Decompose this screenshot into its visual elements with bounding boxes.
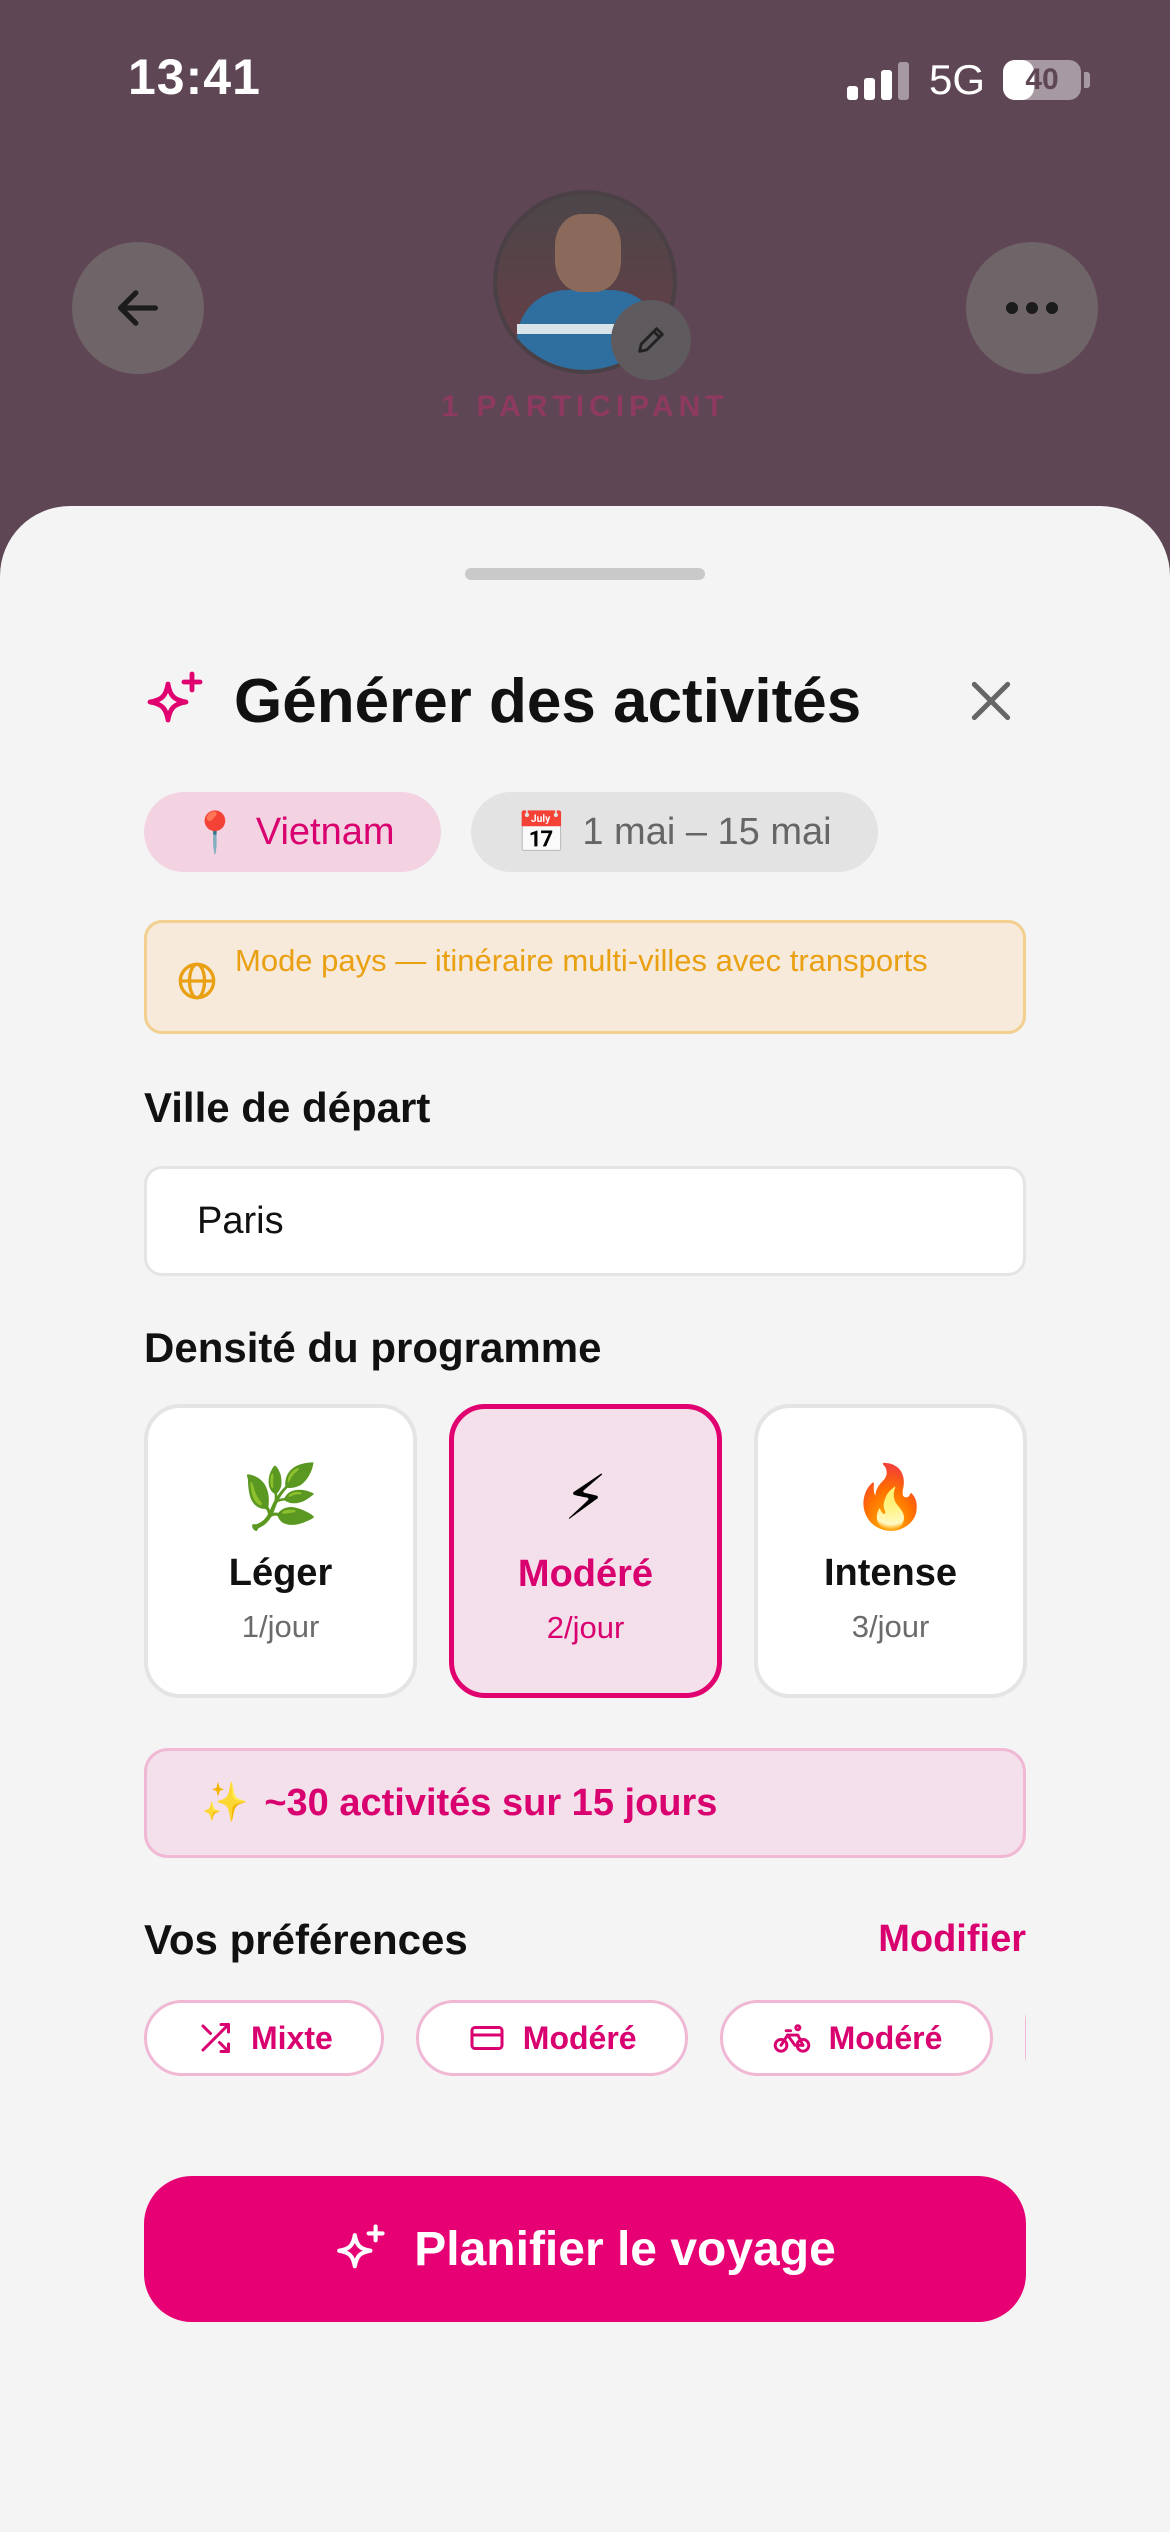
preference-chip-label: Modéré <box>828 2019 943 2056</box>
modify-preferences-link[interactable]: Modifier <box>878 1918 1026 1961</box>
density-option-leger[interactable]: 🌿 Léger 1/jour <box>144 1404 417 1698</box>
density-option-intense[interactable]: 🔥 Intense 3/jour <box>754 1404 1027 1698</box>
preference-chips: Mixte Modéré Modéré <box>144 2000 1026 2080</box>
dates-label: 1 mai – 15 mai <box>582 810 832 853</box>
sparkles-icon <box>337 2224 385 2269</box>
participants-count: 1 PARTICIPANT <box>441 390 729 423</box>
density-option-rate: 2/jour <box>546 1610 625 1645</box>
calendar-icon: 📅 <box>516 810 567 855</box>
sheet-header: Générer des activités <box>144 656 1026 746</box>
shuffle-icon <box>201 2023 230 2053</box>
density-option-rate: 3/jour <box>851 1609 930 1644</box>
credit-card-icon <box>470 2026 504 2050</box>
pin-icon: 📍 <box>190 810 240 855</box>
trip-chips: 📍 Vietnam 📅 1 mai – 15 mai <box>144 792 878 872</box>
density-options: 🌿 Léger 1/jour ⚡ Modéré 2/jour 🔥 Intense… <box>144 1404 1027 1698</box>
country-mode-notice: Mode pays — itinéraire multi-villes avec… <box>144 920 1026 1034</box>
preference-chip-overflow[interactable] <box>1025 2000 1026 2076</box>
preferences-label: Vos préférences <box>144 1916 468 1963</box>
density-option-modere[interactable]: ⚡ Modéré 2/jour <box>449 1404 722 1698</box>
departure-city-input[interactable]: Paris <box>144 1166 1026 1276</box>
location-label: Vietnam <box>255 810 395 853</box>
activity-estimate-text: ~30 activités sur 15 jours <box>264 1781 718 1824</box>
back-button[interactable] <box>72 242 204 374</box>
fire-icon: 🔥 <box>851 1463 930 1532</box>
battery-icon: 40 <box>1003 60 1081 100</box>
preference-chip-activity[interactable]: Modéré <box>719 2000 994 2076</box>
more-button[interactable] <box>966 242 1098 374</box>
network-type: 5G <box>928 56 985 103</box>
globe-icon <box>178 962 216 1000</box>
preference-chip-label: Mixte <box>251 2019 333 2056</box>
preference-chip-budget[interactable]: Modéré <box>415 2000 688 2076</box>
status-indicators: 5G 40 <box>846 56 1090 104</box>
lightning-icon: ⚡ <box>563 1464 608 1533</box>
plan-trip-button[interactable]: Planifier le voyage <box>144 2176 1026 2322</box>
sheet-grabber[interactable] <box>465 568 705 580</box>
preference-chip-label: Modéré <box>522 2019 637 2056</box>
arrow-left-icon <box>118 290 158 326</box>
activity-estimate: ✨ ~30 activités sur 15 jours <box>144 1748 1026 1858</box>
density-option-name: Intense <box>823 1552 958 1594</box>
departure-label: Ville de départ <box>144 1084 431 1131</box>
sparkles-emoji-icon: ✨ <box>201 1782 249 1824</box>
notice-text: Mode pays — itinéraire multi-villes avec… <box>235 943 928 978</box>
pencil-icon <box>638 327 664 353</box>
density-option-name: Léger <box>228 1552 333 1594</box>
density-option-name: Modéré <box>517 1553 654 1595</box>
density-label: Densité du programme <box>144 1324 602 1371</box>
avatar-wrapper <box>493 190 691 380</box>
plan-trip-label: Planifier le voyage <box>414 2222 836 2276</box>
close-icon[interactable] <box>966 676 1016 726</box>
ellipsis-icon <box>1006 302 1058 314</box>
location-chip[interactable]: 📍 Vietnam <box>144 792 441 872</box>
preference-chip-mix[interactable]: Mixte <box>144 2000 384 2076</box>
status-bar: 13:41 5G 40 <box>0 0 1170 150</box>
generate-activities-sheet: Générer des activités 📍 Vietnam 📅 1 mai … <box>0 506 1170 2532</box>
status-time: 13:41 <box>128 49 261 105</box>
signal-icon <box>846 60 909 100</box>
sheet-title: Générer des activités <box>234 667 862 736</box>
leaf-icon: 🌿 <box>241 1463 320 1532</box>
sparkles-icon <box>147 671 203 723</box>
density-option-rate: 1/jour <box>241 1609 320 1644</box>
dates-chip[interactable]: 📅 1 mai – 15 mai <box>470 792 878 872</box>
edit-avatar-button[interactable] <box>611 300 691 380</box>
battery-level: 40 <box>1025 63 1059 96</box>
bike-icon <box>773 2024 810 2053</box>
